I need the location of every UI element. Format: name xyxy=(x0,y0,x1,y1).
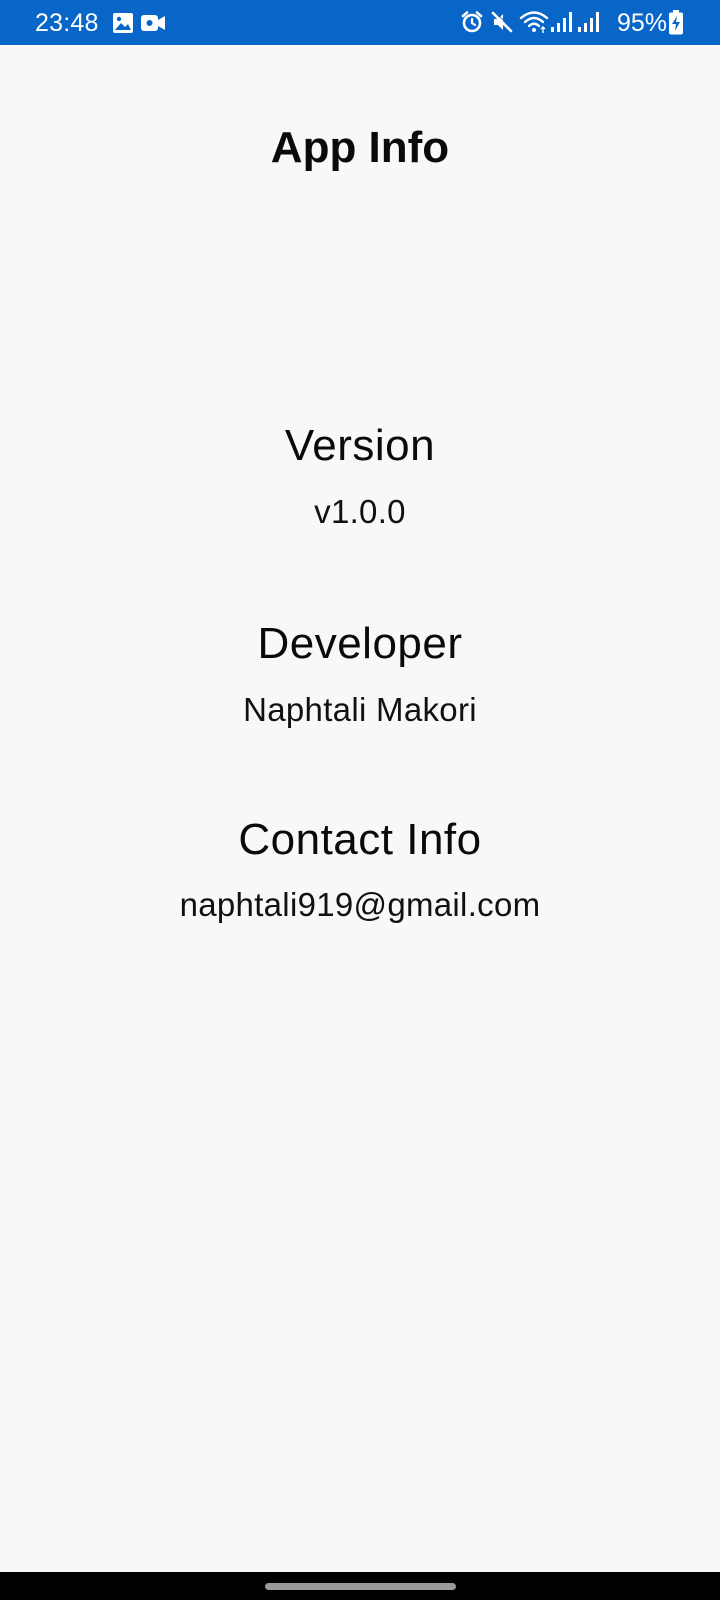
developer-value: Naphtali Makori xyxy=(243,691,477,728)
mute-icon xyxy=(491,11,513,33)
contact-heading: Contact Info xyxy=(238,815,482,864)
developer-heading: Developer xyxy=(257,619,463,668)
status-time: 23:48 xyxy=(35,9,99,37)
signal-icon xyxy=(551,12,572,32)
battery-percentage: 95% xyxy=(617,9,668,37)
signal-icon xyxy=(578,12,599,32)
navigation-bar xyxy=(0,1572,720,1600)
page-title: App Info xyxy=(270,123,450,172)
status-bar: 23:48 95% xyxy=(0,0,720,45)
wifi-icon xyxy=(519,11,549,33)
contact-email[interactable]: naphtali919@gmail.com xyxy=(0,885,720,925)
video-camera-icon xyxy=(141,15,165,31)
image-icon xyxy=(113,13,133,33)
app-info-screen: 23:48 95% App Info Version v1.0.0 Develo… xyxy=(0,0,720,1600)
version-value: v1.0.0 xyxy=(314,493,406,530)
battery-charging-icon xyxy=(669,10,683,35)
version-heading: Version xyxy=(284,421,436,470)
home-indicator[interactable] xyxy=(265,1583,456,1590)
alarm-icon xyxy=(461,11,483,33)
